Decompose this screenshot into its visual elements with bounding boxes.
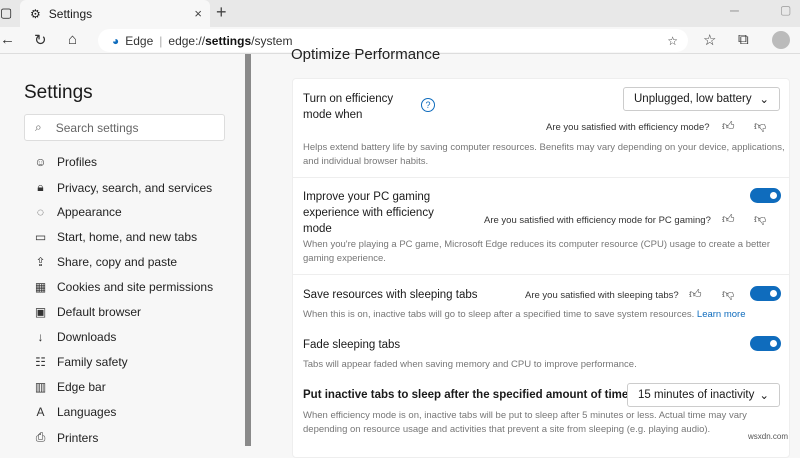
tab-bar: ▢ ⚙ Settings × + – ▢ [0, 0, 800, 27]
add-favorite-icon[interactable]: ☆ [667, 34, 678, 48]
help-icon[interactable]: ? [421, 98, 435, 112]
learn-more-link[interactable]: Learn more [697, 309, 746, 320]
efficiency-title: Turn on efficiency mode when [303, 93, 394, 121]
gear-icon: ⚙ [30, 6, 41, 21]
chevron-down-icon: ⌄ [759, 390, 769, 402]
sidebar: Settings ⌕ Search settings ☺ Profiles 🔒︎ Pr… [0, 54, 245, 446]
watermark: wsxdn.com [748, 432, 789, 441]
default-browser-icon: ▣ [34, 305, 47, 319]
thumbs-up-icon[interactable]: 👍︎ [722, 119, 735, 134]
sidebar-item-cookies-and-site-permissions[interactable]: ▦ Cookies and site permissions [34, 280, 213, 294]
inactive-title: Put inactive tabs to sleep after the spe… [303, 389, 633, 401]
sidebar-item-default-browser[interactable]: ▣ Default browser [34, 305, 141, 319]
sidebar-item-share-copy-and-paste[interactable]: ⇪ Share, copy and paste [34, 255, 177, 269]
thumbs-down-icon[interactable]: 👎︎ [722, 287, 734, 302]
minimize-button[interactable]: – [730, 2, 739, 20]
brand-label: Edge [125, 33, 154, 48]
maximize-button[interactable]: ▢ [780, 3, 791, 17]
sidebar-item-family-safety[interactable]: ☷ Family safety [34, 355, 128, 369]
avatar[interactable] [772, 31, 790, 49]
profile-icon: ☺ [34, 155, 47, 169]
download-icon: ↓ [37, 330, 44, 344]
sleeping-question: Are you satisfied with sleeping tabs? [525, 290, 679, 301]
sleeping-toggle[interactable] [750, 286, 781, 301]
scrollbar[interactable] [245, 54, 251, 446]
sidebar-title: Settings [24, 82, 93, 103]
gaming-title: Improve your PC gaming experience with ef… [303, 191, 434, 235]
new-tab-button[interactable]: + [216, 2, 227, 23]
tab-settings[interactable]: ⚙ Settings × [20, 0, 210, 27]
printer-icon: ⎙ [35, 430, 46, 444]
sidebar-item-start-home-and-new-tabs[interactable]: ▭ Start, home, and new tabs [34, 230, 197, 244]
fade-toggle[interactable] [750, 336, 781, 351]
inactive-desc: When efficiency mode is on, inactive tab… [303, 410, 747, 435]
gaming-desc: When you're playing a PC game, Microsoft… [303, 239, 771, 264]
sidebar-item-privacy-search-and-services[interactable]: 🔒︎ Privacy, search, and services [34, 180, 212, 195]
efficiency-select[interactable]: Unplugged, low battery ⌄ [623, 87, 780, 111]
home-icon[interactable]: ⌂ [68, 31, 77, 48]
collections-icon[interactable]: ⧉ [738, 31, 749, 48]
sleeping-title: Save resources with sleeping tabs [303, 289, 478, 301]
search-input[interactable]: ⌕ Search settings [24, 114, 225, 141]
family-icon: ☷ [35, 355, 46, 369]
sidebar-item-downloads[interactable]: ↓ Downloads [34, 330, 117, 344]
favorites-icon[interactable]: ☆ [703, 31, 716, 49]
home-tabs-icon: ▭ [34, 230, 47, 244]
tab-title: Settings [48, 6, 93, 21]
sleeping-desc: When this is on, inactive tabs will go t… [303, 309, 746, 320]
lock-icon: 🔒︎ [37, 180, 44, 194]
fade-desc: Tabs will appear faded when saving memor… [303, 359, 637, 370]
sidebar-item-languages[interactable]: A Languages [34, 405, 116, 419]
divider [292, 274, 790, 275]
search-icon: ⌕ [35, 120, 42, 134]
fade-title: Fade sleeping tabs [303, 339, 401, 351]
sidebar-item-printers[interactable]: ⎙ Printers [34, 430, 99, 445]
url-text: edge://settings/system [168, 33, 293, 48]
thumbs-up-icon[interactable]: 👍︎ [722, 212, 735, 227]
edge-logo-icon: ◕ [112, 33, 120, 48]
languages-icon: A [36, 405, 45, 419]
share-icon: ⇪ [35, 255, 46, 269]
back-icon[interactable]: ← [0, 31, 15, 48]
thumbs-down-icon[interactable]: 👎︎ [754, 119, 766, 134]
thumbs-down-icon[interactable]: 👎︎ [754, 212, 766, 227]
cookies-icon: ▦ [34, 280, 47, 294]
sidebar-item-appearance[interactable]: ◌ Appearance [34, 205, 122, 219]
chevron-down-icon: ⌄ [759, 94, 769, 106]
inactive-select[interactable]: 15 minutes of inactivity ⌄ [627, 383, 780, 407]
gaming-question: Are you satisfied with efficiency mode f… [484, 215, 711, 226]
tab-actions-icon[interactable]: ▢ [0, 5, 12, 21]
close-tab-button[interactable]: × [194, 6, 202, 21]
palette-icon: ◌ [36, 205, 45, 219]
thumbs-up-icon[interactable]: 👍︎ [689, 287, 702, 302]
efficiency-question: Are you satisfied with efficiency mode? [546, 122, 710, 133]
edge-bar-icon: ▥ [34, 380, 47, 394]
divider [292, 177, 790, 178]
gaming-toggle[interactable] [750, 188, 781, 203]
sidebar-item-edge-bar[interactable]: ▥ Edge bar [34, 380, 106, 394]
sidebar-item-profiles[interactable]: ☺ Profiles [34, 155, 97, 169]
efficiency-desc: Helps extend battery life by saving comp… [303, 142, 785, 167]
section-title: Optimize Performance [291, 46, 441, 63]
refresh-icon[interactable]: ↻ [34, 31, 47, 49]
